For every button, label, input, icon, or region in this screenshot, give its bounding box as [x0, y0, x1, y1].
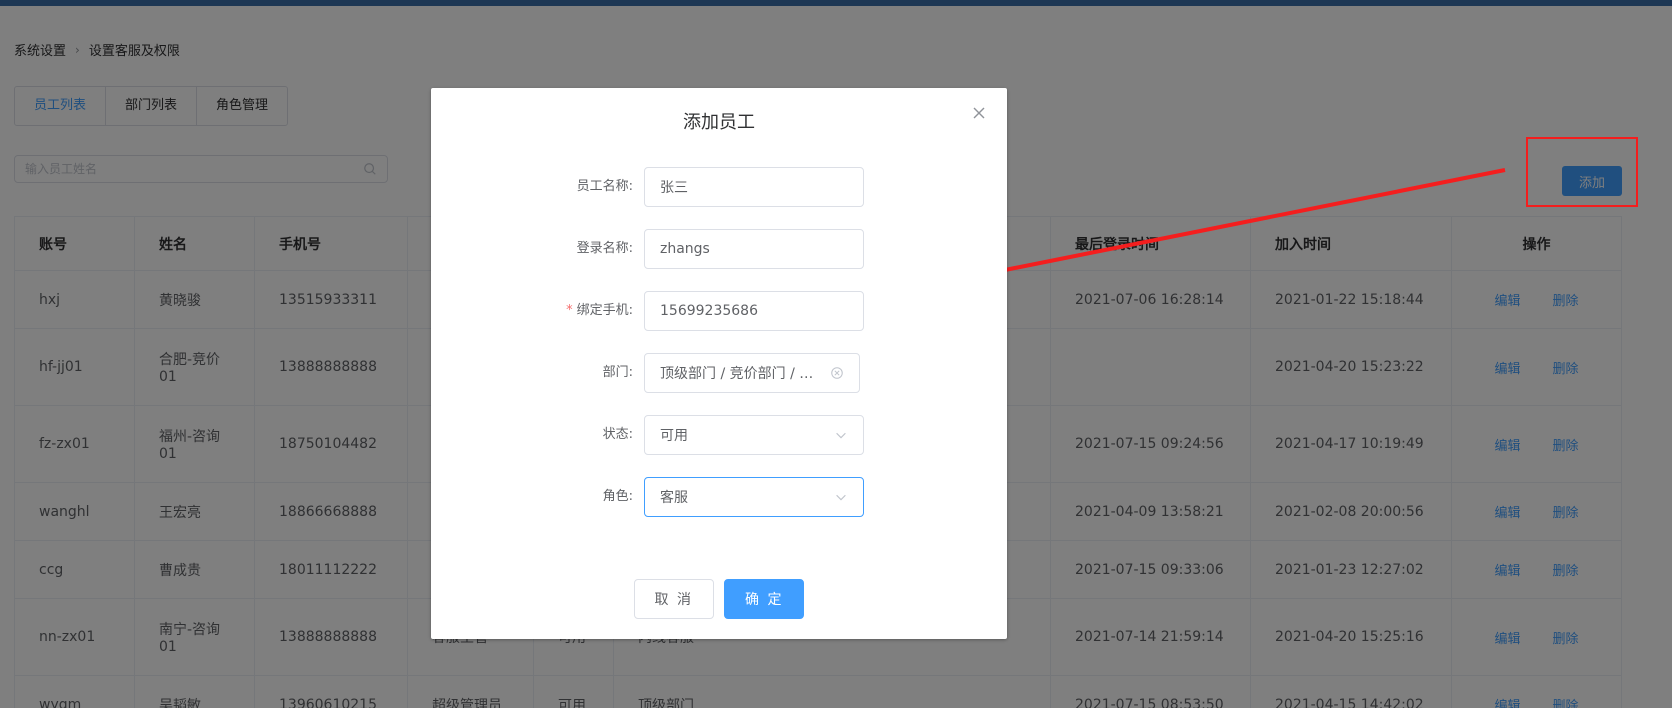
- role-select[interactable]: 客服: [644, 477, 864, 517]
- add-staff-dialog: 添加员工 员工名称: 登录名称: *绑定手机: 部门: 顶级部门 / 竞价部门 …: [431, 88, 1007, 639]
- role-value: 客服: [660, 490, 688, 506]
- close-icon[interactable]: [971, 105, 987, 121]
- login-name-field: [644, 229, 864, 269]
- clear-circle-icon[interactable]: [830, 366, 844, 380]
- department-cascader[interactable]: 顶级部门 / 竞价部门 / 内线客服: [644, 353, 860, 393]
- phone-field: [644, 291, 864, 331]
- status-label: 状态:: [602, 427, 633, 442]
- cancel-button[interactable]: 取 消: [633, 579, 714, 619]
- chevron-down-icon: [836, 494, 846, 501]
- staff-name-input[interactable]: [660, 179, 848, 195]
- department-label: 部门:: [602, 365, 633, 380]
- form-row-staff-name: 员工名称:: [431, 167, 1007, 207]
- form-row-department: 部门: 顶级部门 / 竞价部门 / 内线客服: [431, 353, 1007, 393]
- dialog-title: 添加员工: [683, 112, 755, 133]
- form-row-login-name: 登录名称:: [431, 229, 1007, 269]
- role-label: 角色:: [602, 489, 633, 504]
- annotation-highlight-box: [1526, 137, 1638, 207]
- staff-name-field: [644, 167, 864, 207]
- form-row-phone: * 绑定手机:: [431, 291, 1007, 331]
- form-row-status: 状态: 可用: [431, 415, 1007, 455]
- staff-name-label: 员工名称:: [576, 179, 633, 194]
- department-value: 顶级部门 / 竞价部门 / 内线客服: [660, 366, 822, 382]
- status-value: 可用: [660, 428, 688, 444]
- login-name-label: 登录名称:: [576, 241, 633, 256]
- chevron-down-icon: [836, 432, 846, 439]
- phone-label-text: 绑定手机:: [576, 303, 633, 318]
- phone-label: * 绑定手机:: [566, 291, 633, 331]
- form-row-role: 角色: 客服: [431, 477, 1007, 517]
- status-select[interactable]: 可用: [644, 415, 864, 455]
- phone-input[interactable]: [660, 303, 848, 319]
- dialog-footer: 取 消 确 定: [431, 579, 1007, 619]
- required-mark: *: [566, 303, 573, 318]
- login-name-input[interactable]: [660, 241, 848, 257]
- confirm-button[interactable]: 确 定: [724, 579, 805, 619]
